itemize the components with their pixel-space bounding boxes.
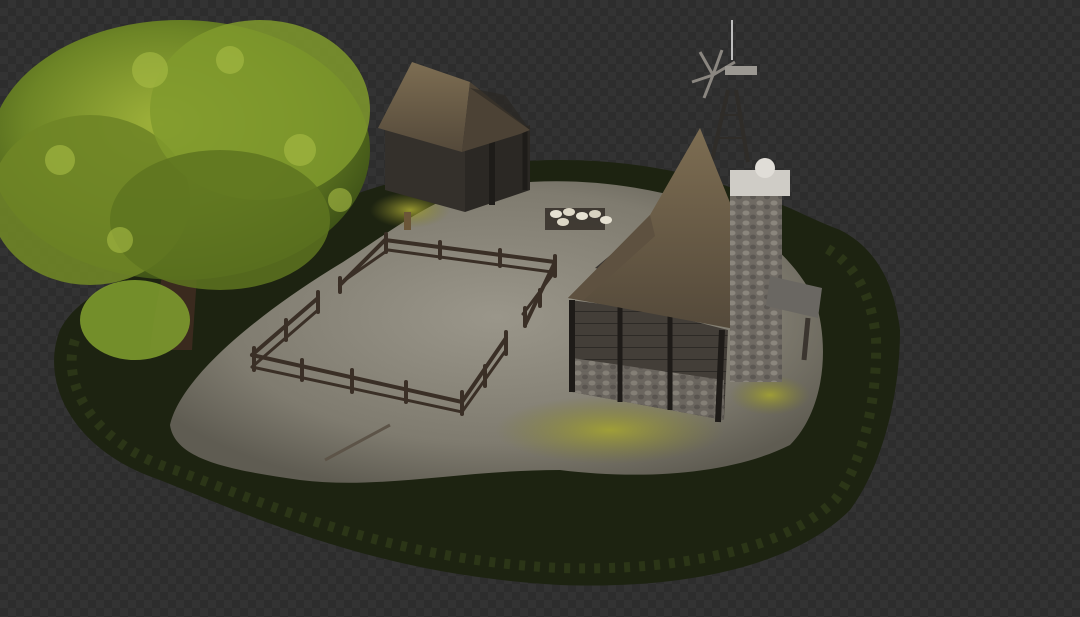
stone-chimney: [730, 158, 790, 382]
hay-post: [404, 212, 411, 230]
sheep-flock: [545, 208, 612, 230]
barn-shed: [378, 62, 530, 212]
diorama-scene: [0, 20, 900, 586]
